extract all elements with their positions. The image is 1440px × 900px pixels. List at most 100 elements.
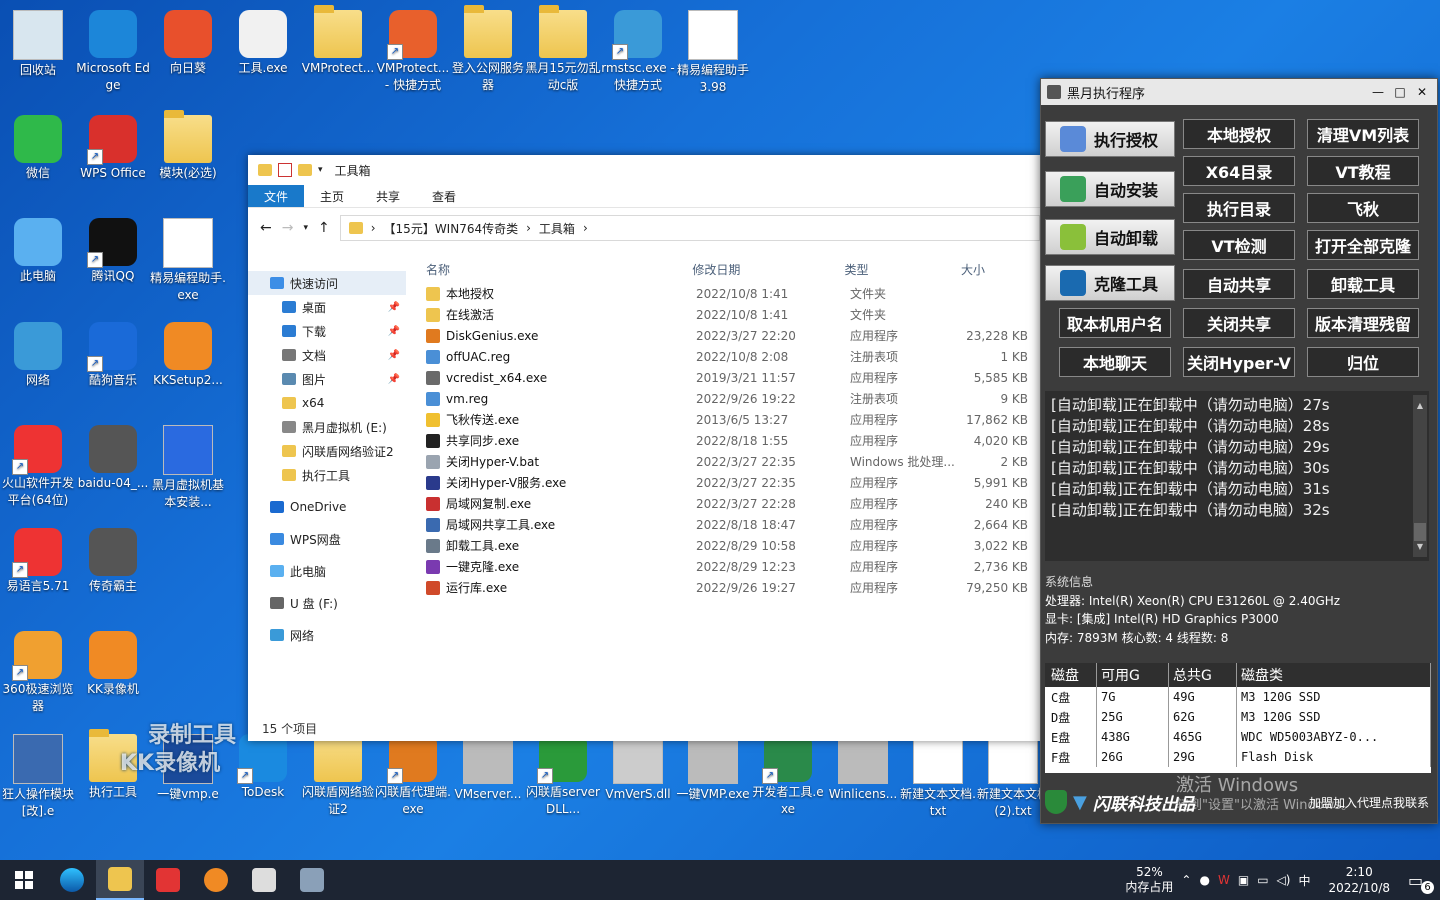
desktop-icon[interactable]: Microsoft Edge [75,6,151,94]
taskbar-executor[interactable] [240,860,288,900]
file-row[interactable]: 运行库.exe 2022/9/26 19:27 应用程序 79,250 KB [416,577,1040,598]
disk-row[interactable]: E盘 438G 465G WDC WD5003ABYZ-0... [1045,727,1431,747]
forward-icon[interactable]: → [282,220,294,236]
nav-item[interactable]: 下载 📌 [248,319,406,343]
file-row[interactable]: 局域网共享工具.exe 2022/8/18 18:47 应用程序 2,664 KB [416,514,1040,535]
nav-item[interactable]: U 盘 (F:) [248,591,406,615]
desktop-icon[interactable]: 闪联盾网络验证2 [300,729,376,818]
file-row[interactable]: 卸载工具.exe 2022/8/29 10:58 应用程序 3,022 KB [416,535,1040,556]
tray-overflow-icon[interactable]: ⌃ [1181,873,1191,887]
file-row[interactable]: DiskGenius.exe 2022/3/27 22:20 应用程序 23,228 … [416,325,1040,346]
disk-row[interactable]: C盘 7G 49G M3 120G SSD [1045,687,1431,707]
file-row[interactable]: 关闭Hyper-V.bat 2022/3/27 22:35 Windows 批处理.… [416,451,1040,472]
taskbar-edge[interactable] [48,860,96,900]
scroll-up-icon[interactable]: ▲ [1413,395,1427,416]
desktop-icon[interactable]: 精易编程助手.exe [150,214,226,304]
tool-button[interactable]: 卸载工具 [1307,269,1419,299]
nav-item[interactable]: 闪联盾网络验证2 [248,439,406,463]
column-name[interactable]: 名称 [416,261,682,278]
tool-button[interactable]: VT教程 [1307,156,1419,186]
notification-button[interactable]: ▭ 6 [1408,871,1434,894]
file-row[interactable]: 一键克隆.exe 2022/8/29 12:23 应用程序 2,736 KB [416,556,1040,577]
big-action-button[interactable]: 自动安装 [1045,171,1175,207]
nav-item[interactable]: OneDrive [248,495,406,519]
tool-button[interactable]: 取本机用户名 [1059,308,1171,338]
taskbar-kk-recorder[interactable] [192,860,240,900]
disk-row[interactable]: D盘 25G 62G M3 120G SSD [1045,707,1431,727]
taskbar-wps[interactable] [144,860,192,900]
nav-item[interactable]: x64 [248,391,406,415]
wps-tray-icon[interactable]: W [1218,873,1230,887]
disk-col-total[interactable]: 总共G [1169,663,1237,687]
disk-col-free[interactable]: 可用G [1097,663,1169,687]
desktop-icon[interactable]: KK录像机 [75,627,151,698]
nav-item[interactable]: 文档 📌 [248,343,406,367]
desktop-icon[interactable]: 狂人操作模块[改].e [0,730,76,820]
desktop-icon[interactable]: 工具.exe [225,6,301,77]
nav-item[interactable]: 快速访问 [248,271,406,295]
back-icon[interactable]: ← [260,220,272,236]
microphone-icon[interactable]: ● [1199,873,1209,887]
desktop-icon[interactable]: 网络 [0,318,76,389]
file-row[interactable]: 共享同步.exe 2022/8/18 1:55 应用程序 4,020 KB [416,430,1040,451]
qat-dropdown-icon[interactable]: ▾ [318,165,323,175]
desktop-icon[interactable]: 酷狗音乐 [75,318,151,389]
address-bar[interactable]: › 【15元】WIN764传奇类 › 工具箱 › [339,215,1040,241]
new-folder-icon[interactable] [298,164,312,176]
desktop-icon[interactable]: WPS Office [75,111,151,182]
breadcrumb-parent[interactable]: 【15元】WIN764传奇类 [384,220,519,237]
tool-button[interactable]: 归位 [1307,347,1419,377]
desktop-icon[interactable]: 腾讯QQ [75,214,151,285]
desktop-icon[interactable]: VMProtect... [300,5,376,77]
file-row[interactable]: 局域网复制.exe 2022/3/27 22:28 应用程序 240 KB [416,493,1040,514]
desktop-icon[interactable]: 此电脑 [0,214,76,285]
taskbar-tool[interactable] [288,860,336,900]
file-row[interactable]: offUAC.reg 2022/10/8 2:08 注册表项 1 KB [416,346,1040,367]
desktop-icon[interactable]: 黑月虚拟机基本安装... [150,421,226,511]
nav-item[interactable]: 黑月虚拟机 (E:) [248,415,406,439]
tool-button[interactable]: 清理VM列表 [1307,119,1419,149]
desktop-icon[interactable]: 易语言5.71 [0,524,76,595]
file-row[interactable]: 关闭Hyper-V服务.exe 2022/3/27 22:35 应用程序 5,991 … [416,472,1040,493]
tab-view[interactable]: 查看 [416,185,472,207]
big-action-button[interactable]: 执行授权 [1045,121,1175,157]
recent-dropdown-icon[interactable]: ▾ [303,223,308,233]
desktop-icon[interactable]: 火山软件开发平台(64位) [0,421,76,509]
ime-indicator[interactable]: 中 [1298,872,1310,889]
disk-col-type[interactable]: 磁盘类 [1237,663,1431,687]
tool-button[interactable]: 本地授权 [1183,119,1295,149]
desktop-icon[interactable]: 向日葵 [150,6,226,77]
tool-button[interactable]: 飞秋 [1307,193,1419,223]
big-action-button[interactable]: 自动卸载 [1045,219,1175,255]
qat-properties-icon[interactable] [278,163,292,177]
nav-item[interactable]: 此电脑 [248,559,406,583]
desktop-icon[interactable]: 360极速浏览器 [0,627,76,715]
tool-button[interactable]: 本地聊天 [1059,347,1171,377]
desktop-icon[interactable]: 回收站 [0,6,76,79]
nav-item[interactable]: 执行工具 [248,463,406,487]
column-type[interactable]: 类型 [834,261,951,278]
desktop-icon[interactable]: 新建文本文档.txt [900,730,976,820]
tool-button[interactable]: 打开全部克隆 [1307,230,1419,260]
log-scrollbar[interactable]: ▲ ▼ [1413,395,1427,557]
desktop-icon[interactable]: 传奇霸主 [75,524,151,595]
tab-file[interactable]: 文件 [248,185,305,207]
desktop-icon[interactable]: baidu-04_... [75,421,151,492]
start-button[interactable] [0,860,48,900]
nav-item[interactable]: 图片 📌 [248,367,406,391]
file-row[interactable]: 本地授权 2022/10/8 1:41 文件夹 [416,283,1040,304]
tool-button[interactable]: 版本清理残留 [1307,308,1419,338]
memory-usage[interactable]: 52% 内存占用 [1125,865,1173,895]
tool-button[interactable]: 关闭共享 [1183,308,1295,338]
desktop-icon[interactable]: 精易编程助手3.98 [675,6,751,96]
close-icon[interactable]: ✕ [1413,85,1431,99]
file-row[interactable]: 飞秋传送.exe 2013/6/5 13:27 应用程序 17,862 KB [416,409,1040,430]
desktop-icon[interactable]: 闪联盾代理端.exe [375,730,451,818]
tab-share[interactable]: 共享 [360,185,416,207]
desktop-icon[interactable]: 模块(必选) [150,110,226,182]
disk-row[interactable]: F盘 26G 29G Flash Disk [1045,747,1431,767]
desktop-icon[interactable]: KKSetup2... [150,318,226,389]
taskbar-explorer[interactable] [96,860,144,900]
big-action-button[interactable]: 克隆工具 [1045,265,1175,301]
file-row[interactable]: vcredist_x64.exe 2019/3/21 11:57 应用程序 5,585… [416,367,1040,388]
